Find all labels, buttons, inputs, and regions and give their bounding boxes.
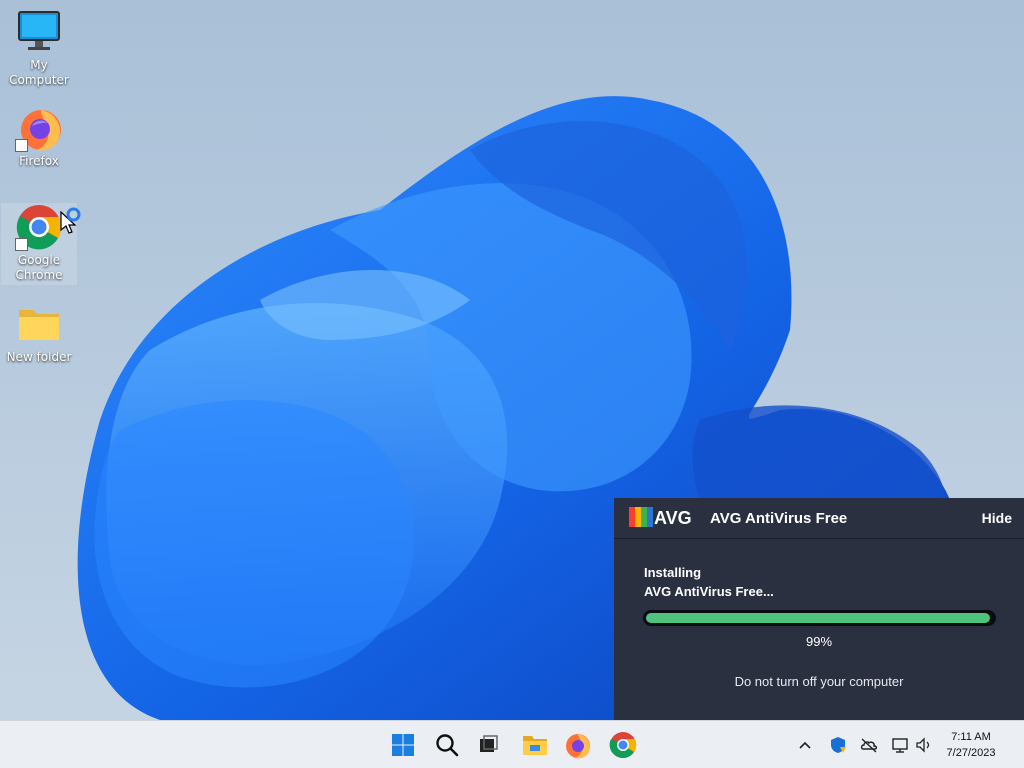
avg-title: AVG AntiVirus Free (710, 510, 848, 527)
defender-shield-icon[interactable] (828, 735, 848, 755)
desktop-icon-my-computer[interactable]: My Computer (1, 8, 77, 88)
firefox-icon (15, 104, 63, 152)
desktop-icon-label: My Computer (9, 58, 69, 87)
desktop-icon-label: New folder (6, 350, 72, 364)
chrome-icon[interactable] (607, 729, 639, 761)
install-progress-bar (643, 610, 996, 626)
avg-header: AVG AVG AntiVirus Free Hide (614, 498, 1024, 539)
install-warning-text: Do not turn off your computer (734, 674, 904, 689)
system-clock[interactable]: 7:11 AM 7/27/2023 (936, 729, 1006, 761)
desktop-icon-new-folder[interactable]: New folder (1, 300, 77, 365)
avg-logo-text: AVG (654, 508, 691, 528)
clock-date: 7/27/2023 (946, 747, 996, 759)
task-view-icon[interactable] (472, 729, 504, 761)
firefox-icon[interactable] (562, 729, 594, 761)
busy-spinner-icon (66, 207, 81, 222)
avg-install-notification: AVG AVG AntiVirus Free Hide Installing A… (614, 498, 1024, 720)
network-icon[interactable] (890, 735, 910, 755)
shortcut-arrow-icon (15, 139, 28, 152)
install-progress-percent: 99% (805, 634, 833, 649)
chrome-icon (15, 203, 63, 251)
onedrive-offline-icon[interactable] (859, 735, 879, 755)
folder-icon (15, 300, 63, 348)
avg-logo: AVG (629, 505, 692, 529)
chevron-up-icon[interactable] (795, 735, 815, 755)
search-icon[interactable] (431, 729, 463, 761)
desktop-icon-firefox[interactable]: Firefox (1, 104, 77, 169)
taskbar: 7:11 AM 7/27/2023 (0, 720, 1024, 768)
shortcut-arrow-icon (15, 238, 28, 251)
windows-start-icon[interactable] (387, 729, 419, 761)
install-progress-fill (646, 613, 990, 623)
desktop-icon-label: Google Chrome (15, 253, 63, 282)
desktop-icon-label: Firefox (19, 154, 59, 168)
file-explorer-icon[interactable] (519, 729, 551, 761)
install-status-line1: Installing (644, 565, 702, 580)
install-status-line2: AVG AntiVirus Free... (644, 584, 774, 599)
monitor-icon (15, 8, 63, 56)
hide-button[interactable]: Hide (982, 510, 1012, 526)
clock-time: 7:11 AM (951, 731, 991, 743)
speaker-icon[interactable] (914, 735, 934, 755)
